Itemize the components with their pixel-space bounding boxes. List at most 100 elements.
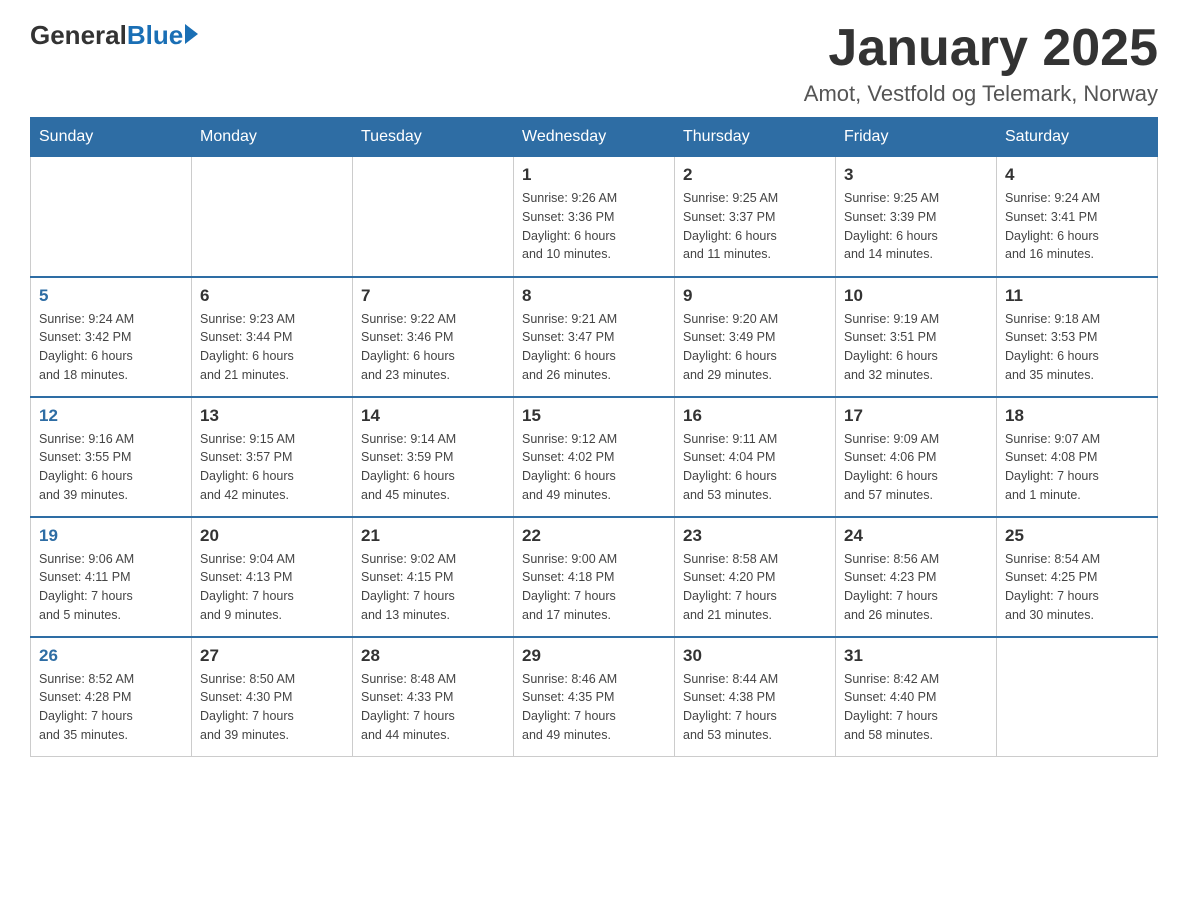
calendar-cell: 23Sunrise: 8:58 AM Sunset: 4:20 PM Dayli… (675, 517, 836, 637)
calendar-cell: 1Sunrise: 9:26 AM Sunset: 3:36 PM Daylig… (514, 157, 675, 277)
calendar-week-row: 26 Sunrise: 8:52 AM Sunset: 4:28 PM Dayli… (31, 637, 1158, 757)
day-info: Sunrise: 9:24 AM Sunset: 3:42 PM Dayligh… (39, 310, 183, 385)
calendar-cell: 11Sunrise: 9:18 AM Sunset: 3:53 PM Dayli… (997, 277, 1158, 397)
title-section: January 2025 Amot, Vestfold og Telemark,… (804, 20, 1158, 107)
day-number: 20 (200, 526, 344, 546)
calendar-header-row: SundayMondayTuesdayWednesdayThursdayFrid… (31, 118, 1158, 157)
day-info: Sunrise: 9:25 AM Sunset: 3:39 PM Dayligh… (844, 189, 988, 264)
logo-triangle-icon (185, 24, 198, 44)
calendar-cell: 5 Sunrise: 9:24 AM Sunset: 3:42 PM Daylig… (31, 277, 192, 397)
calendar-cell: 24 Sunrise: 8:56 AM Sunset: 4:23 PM Dayli… (836, 517, 997, 637)
calendar-cell: 18 Sunrise: 9:07 AM Sunset: 4:08 PM Dayli… (997, 397, 1158, 517)
calendar-cell: 22Sunrise: 9:00 AM Sunset: 4:18 PM Dayli… (514, 517, 675, 637)
day-number: 5 (39, 286, 183, 306)
calendar-cell: 19 Sunrise: 9:06 AM Sunset: 4:11 PM Dayli… (31, 517, 192, 637)
calendar-week-row: 19 Sunrise: 9:06 AM Sunset: 4:11 PM Dayli… (31, 517, 1158, 637)
calendar-cell: 10 Sunrise: 9:19 AM Sunset: 3:51 PM Dayli… (836, 277, 997, 397)
weekday-header-tuesday: Tuesday (353, 118, 514, 157)
calendar-week-row: 5 Sunrise: 9:24 AM Sunset: 3:42 PM Daylig… (31, 277, 1158, 397)
calendar-cell: 30Sunrise: 8:44 AM Sunset: 4:38 PM Dayli… (675, 637, 836, 757)
day-number: 27 (200, 646, 344, 666)
day-number: 29 (522, 646, 666, 666)
day-info: Sunrise: 8:56 AM Sunset: 4:23 PM Dayligh… (844, 550, 988, 625)
calendar-cell: 20 Sunrise: 9:04 AM Sunset: 4:13 PM Dayli… (192, 517, 353, 637)
calendar-cell: 21 Sunrise: 9:02 AM Sunset: 4:15 PM Dayli… (353, 517, 514, 637)
weekday-header-friday: Friday (836, 118, 997, 157)
day-info: Sunrise: 9:21 AM Sunset: 3:47 PM Dayligh… (522, 310, 666, 385)
day-info: Sunrise: 9:07 AM Sunset: 4:08 PM Dayligh… (1005, 430, 1149, 505)
day-info: Sunrise: 9:23 AM Sunset: 3:44 PM Dayligh… (200, 310, 344, 385)
day-info: Sunrise: 9:02 AM Sunset: 4:15 PM Dayligh… (361, 550, 505, 625)
calendar-cell: 2 Sunrise: 9:25 AM Sunset: 3:37 PM Daylig… (675, 157, 836, 277)
calendar-cell: 8 Sunrise: 9:21 AM Sunset: 3:47 PM Daylig… (514, 277, 675, 397)
calendar-cell: 3Sunrise: 9:25 AM Sunset: 3:39 PM Daylig… (836, 157, 997, 277)
day-number: 10 (844, 286, 988, 306)
day-info: Sunrise: 8:50 AM Sunset: 4:30 PM Dayligh… (200, 670, 344, 745)
calendar-cell: 7 Sunrise: 9:22 AM Sunset: 3:46 PM Daylig… (353, 277, 514, 397)
day-info: Sunrise: 8:54 AM Sunset: 4:25 PM Dayligh… (1005, 550, 1149, 625)
day-number: 7 (361, 286, 505, 306)
day-number: 15 (522, 406, 666, 426)
day-info: Sunrise: 8:46 AM Sunset: 4:35 PM Dayligh… (522, 670, 666, 745)
day-number: 24 (844, 526, 988, 546)
day-info: Sunrise: 9:22 AM Sunset: 3:46 PM Dayligh… (361, 310, 505, 385)
calendar-cell: 4Sunrise: 9:24 AM Sunset: 3:41 PM Daylig… (997, 157, 1158, 277)
day-number: 12 (39, 406, 183, 426)
weekday-header-sunday: Sunday (31, 118, 192, 157)
day-number: 31 (844, 646, 988, 666)
calendar-cell: 26 Sunrise: 8:52 AM Sunset: 4:28 PM Dayli… (31, 637, 192, 757)
calendar-cell (353, 157, 514, 277)
weekday-header-thursday: Thursday (675, 118, 836, 157)
calendar-cell: 12 Sunrise: 9:16 AM Sunset: 3:55 PM Dayli… (31, 397, 192, 517)
day-info: Sunrise: 9:16 AM Sunset: 3:55 PM Dayligh… (39, 430, 183, 505)
day-info: Sunrise: 9:11 AM Sunset: 4:04 PM Dayligh… (683, 430, 827, 505)
day-info: Sunrise: 9:25 AM Sunset: 3:37 PM Dayligh… (683, 189, 827, 264)
calendar-cell: 29 Sunrise: 8:46 AM Sunset: 4:35 PM Dayli… (514, 637, 675, 757)
calendar-week-row: 12 Sunrise: 9:16 AM Sunset: 3:55 PM Dayli… (31, 397, 1158, 517)
calendar-table: SundayMondayTuesdayWednesdayThursdayFrid… (30, 117, 1158, 757)
weekday-header-wednesday: Wednesday (514, 118, 675, 157)
month-title: January 2025 (804, 20, 1158, 77)
day-number: 9 (683, 286, 827, 306)
day-info: Sunrise: 8:48 AM Sunset: 4:33 PM Dayligh… (361, 670, 505, 745)
day-info: Sunrise: 9:14 AM Sunset: 3:59 PM Dayligh… (361, 430, 505, 505)
day-number: 8 (522, 286, 666, 306)
day-info: Sunrise: 9:04 AM Sunset: 4:13 PM Dayligh… (200, 550, 344, 625)
weekday-header-saturday: Saturday (997, 118, 1158, 157)
logo: General Blue (30, 20, 198, 51)
day-number: 28 (361, 646, 505, 666)
calendar-cell: 31Sunrise: 8:42 AM Sunset: 4:40 PM Dayli… (836, 637, 997, 757)
day-info: Sunrise: 9:15 AM Sunset: 3:57 PM Dayligh… (200, 430, 344, 505)
day-info: Sunrise: 9:20 AM Sunset: 3:49 PM Dayligh… (683, 310, 827, 385)
day-info: Sunrise: 8:52 AM Sunset: 4:28 PM Dayligh… (39, 670, 183, 745)
day-info: Sunrise: 8:44 AM Sunset: 4:38 PM Dayligh… (683, 670, 827, 745)
calendar-cell: 17Sunrise: 9:09 AM Sunset: 4:06 PM Dayli… (836, 397, 997, 517)
logo-blue-text: Blue (127, 20, 183, 51)
day-number: 26 (39, 646, 183, 666)
calendar-week-row: 1Sunrise: 9:26 AM Sunset: 3:36 PM Daylig… (31, 157, 1158, 277)
day-number: 11 (1005, 286, 1149, 306)
day-info: Sunrise: 9:12 AM Sunset: 4:02 PM Dayligh… (522, 430, 666, 505)
calendar-cell: 15 Sunrise: 9:12 AM Sunset: 4:02 PM Dayli… (514, 397, 675, 517)
logo-blue-part: Blue (127, 20, 198, 51)
day-number: 1 (522, 165, 666, 185)
day-number: 13 (200, 406, 344, 426)
page-header: General Blue January 2025 Amot, Vestfold… (30, 20, 1158, 107)
day-number: 19 (39, 526, 183, 546)
logo-general-text: General (30, 20, 127, 51)
calendar-cell: 14Sunrise: 9:14 AM Sunset: 3:59 PM Dayli… (353, 397, 514, 517)
day-info: Sunrise: 9:19 AM Sunset: 3:51 PM Dayligh… (844, 310, 988, 385)
day-number: 25 (1005, 526, 1149, 546)
calendar-cell (192, 157, 353, 277)
day-number: 2 (683, 165, 827, 185)
calendar-cell: 16Sunrise: 9:11 AM Sunset: 4:04 PM Dayli… (675, 397, 836, 517)
day-info: Sunrise: 9:06 AM Sunset: 4:11 PM Dayligh… (39, 550, 183, 625)
calendar-cell (31, 157, 192, 277)
calendar-cell: 28 Sunrise: 8:48 AM Sunset: 4:33 PM Dayli… (353, 637, 514, 757)
day-info: Sunrise: 9:24 AM Sunset: 3:41 PM Dayligh… (1005, 189, 1149, 264)
day-number: 18 (1005, 406, 1149, 426)
day-info: Sunrise: 9:00 AM Sunset: 4:18 PM Dayligh… (522, 550, 666, 625)
calendar-cell (997, 637, 1158, 757)
calendar-cell: 6Sunrise: 9:23 AM Sunset: 3:44 PM Daylig… (192, 277, 353, 397)
day-number: 21 (361, 526, 505, 546)
